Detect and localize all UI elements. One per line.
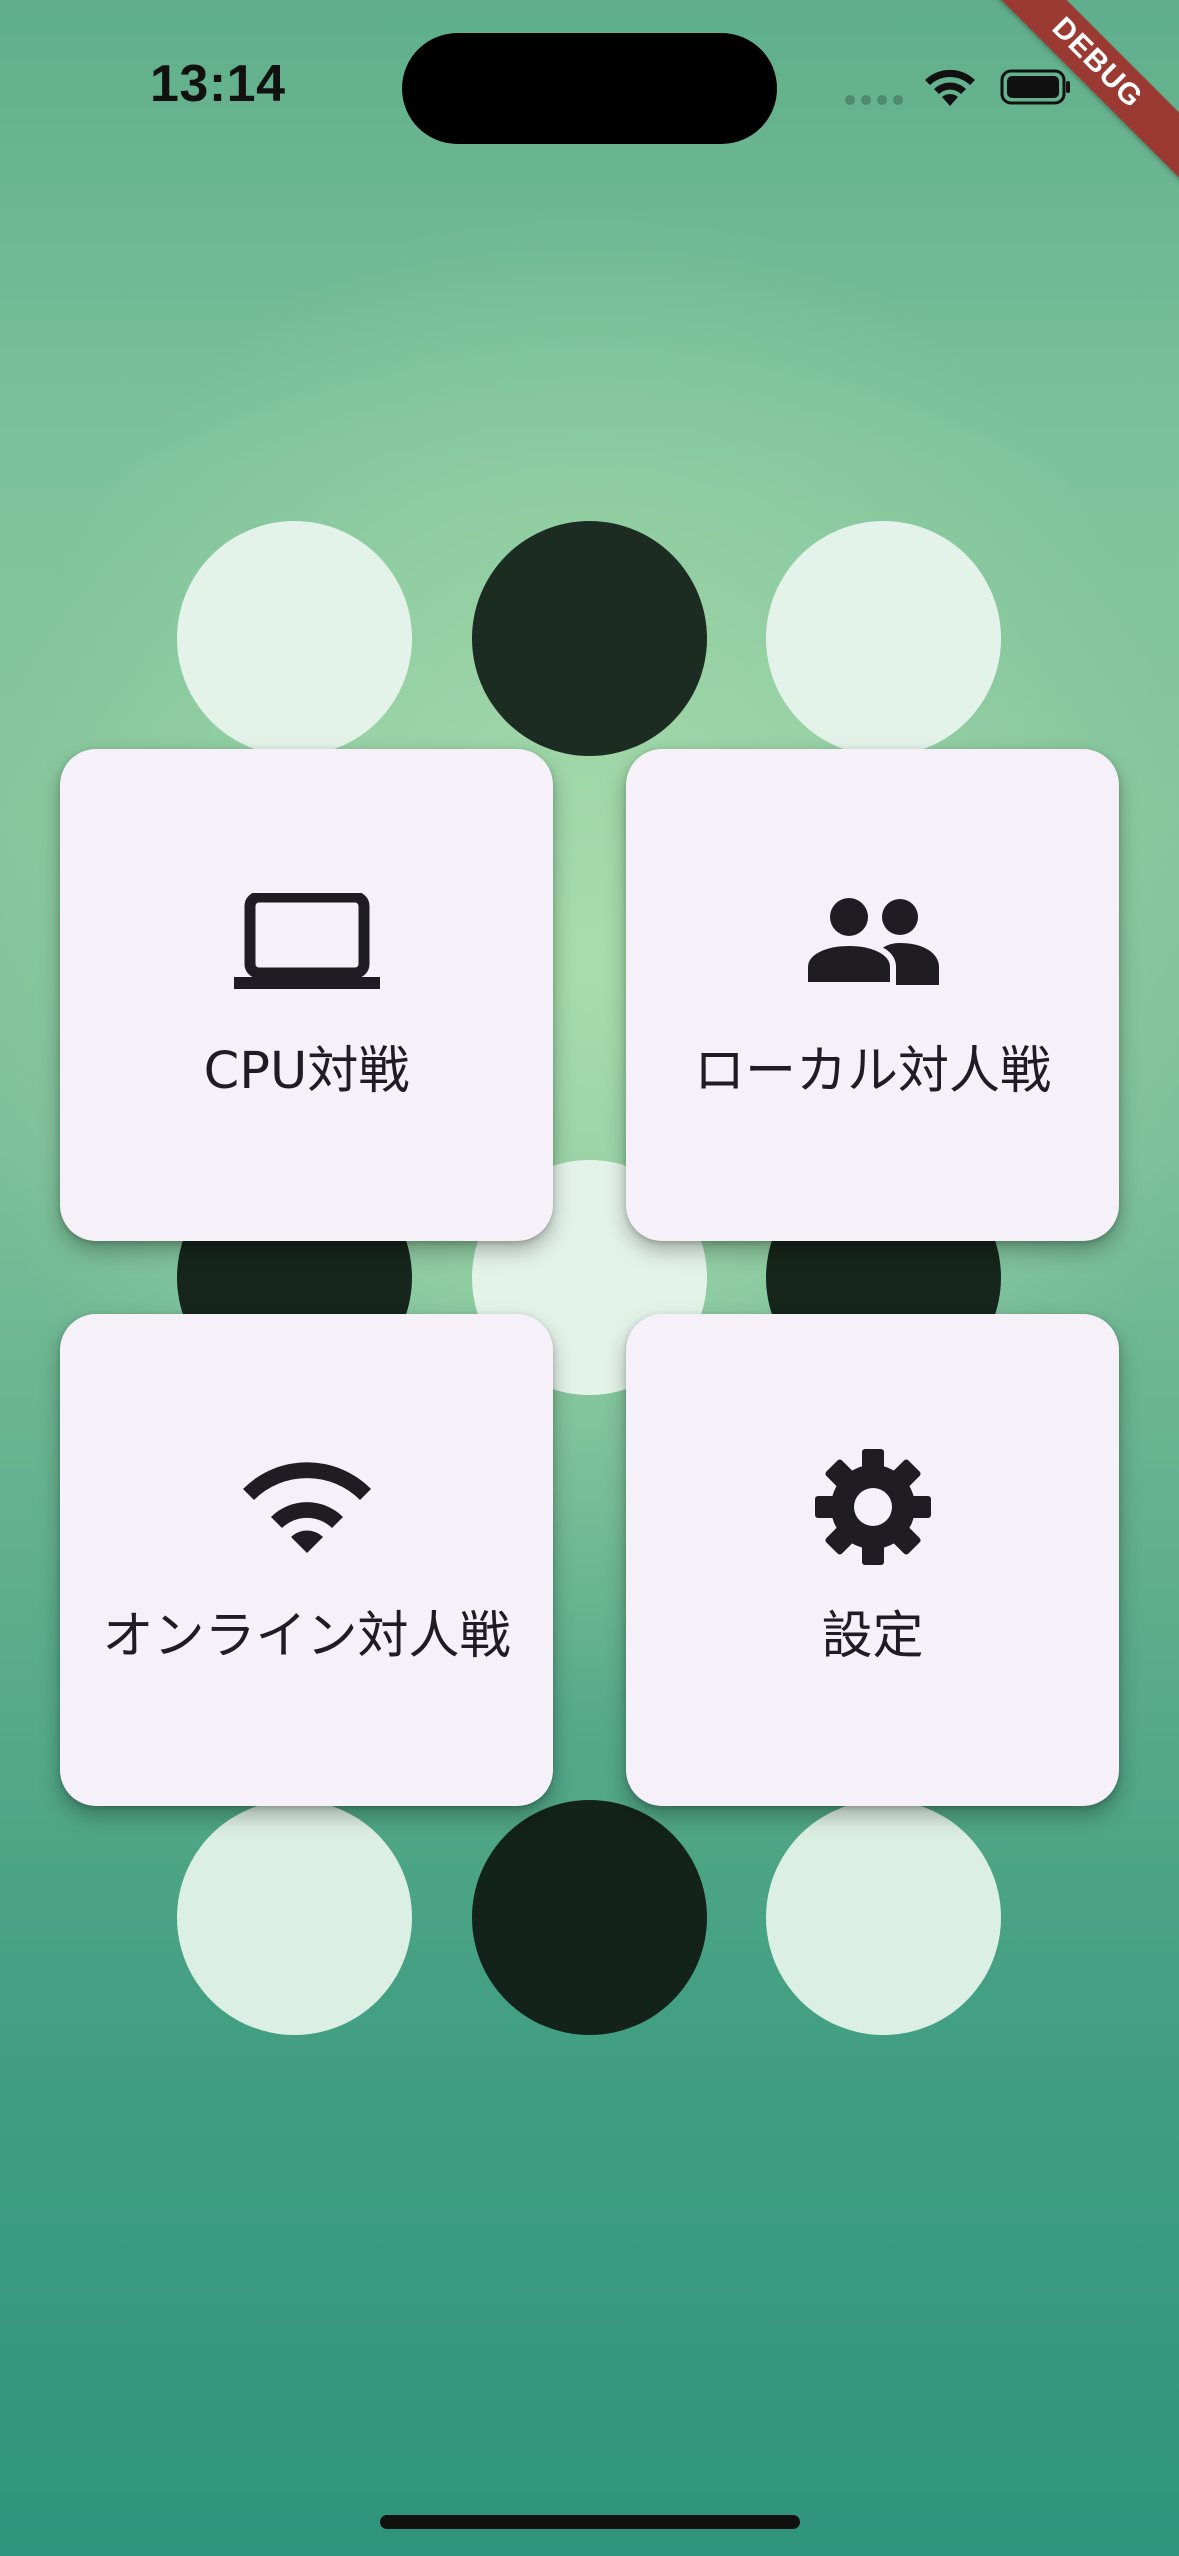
settings-label: 設定: [821, 1607, 924, 1666]
dynamic-island: [402, 33, 777, 144]
cpu-match-label: CPU対戦: [203, 1042, 410, 1101]
wifi-status-icon: [925, 69, 975, 106]
battery-icon: [1000, 69, 1070, 105]
disc-light: [177, 521, 412, 756]
local-match-button[interactable]: ローカル対人戦: [626, 749, 1119, 1241]
wifi-icon: [232, 1452, 382, 1562]
disc-light: [766, 521, 1001, 756]
status-time: 13:14: [150, 55, 286, 113]
local-match-label: ローカル対人戦: [693, 1042, 1051, 1101]
cellular-signal-icon: [845, 95, 903, 105]
home-indicator[interactable]: [380, 2515, 800, 2529]
gear-icon: [798, 1449, 948, 1565]
home-screen: 13:14 DEBUG CPU対戦 ローカル対人戦 オンライン対人戦 設定: [0, 0, 1179, 2556]
online-match-button[interactable]: オンライン対人戦: [60, 1314, 553, 1806]
people-icon: [798, 887, 948, 997]
laptop-icon: [232, 887, 382, 997]
cpu-match-button[interactable]: CPU対戦: [60, 749, 553, 1241]
disc-light: [766, 1800, 1001, 2035]
settings-button[interactable]: 設定: [626, 1314, 1119, 1806]
disc-dark: [472, 521, 707, 756]
disc-light: [177, 1800, 412, 2035]
online-match-label: オンライン対人戦: [102, 1607, 511, 1666]
disc-dark: [472, 1800, 707, 2035]
